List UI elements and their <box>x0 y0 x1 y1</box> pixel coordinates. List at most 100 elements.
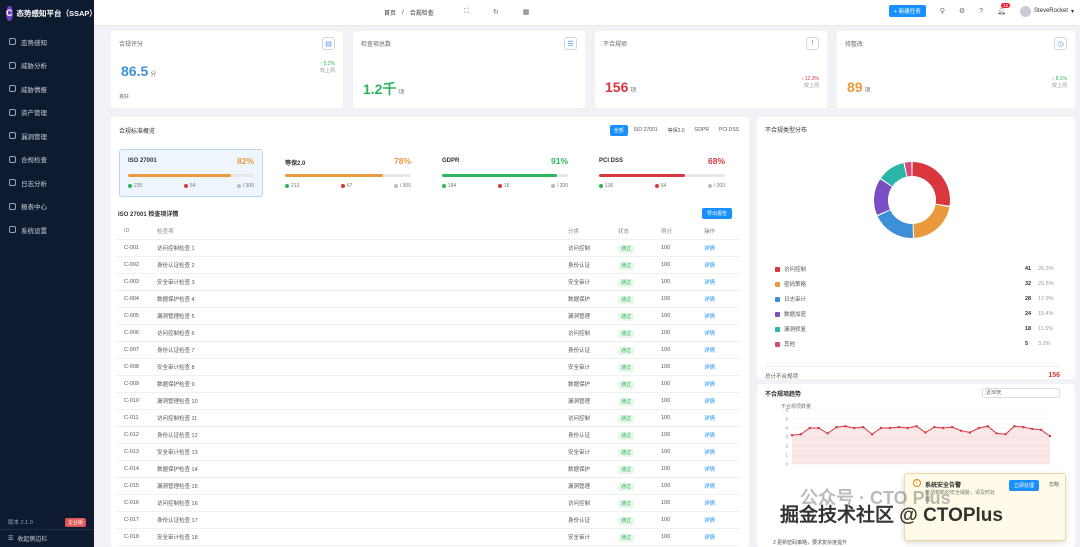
sidebar-item-logs[interactable]: 日志分析 <box>0 171 94 195</box>
data-point[interactable] <box>888 426 892 430</box>
tab-all[interactable]: 全部 <box>609 125 628 136</box>
data-point[interactable] <box>924 431 927 434</box>
data-point[interactable] <box>986 425 989 428</box>
column-header[interactable]: 状态 <box>618 227 629 235</box>
column-header[interactable]: 得分 <box>661 227 672 235</box>
bell-icon[interactable]: 🔔︎ 12 <box>997 3 1011 15</box>
detail-link[interactable]: 详情 <box>704 278 715 286</box>
detail-link[interactable]: 详情 <box>704 312 715 320</box>
data-point[interactable] <box>1013 425 1016 428</box>
collapse-sidebar-button[interactable]: ☰ 收起侧边栏 <box>0 529 94 547</box>
data-point[interactable] <box>844 425 847 428</box>
item-label: 访问控制 <box>784 267 807 273</box>
donut-slice-3[interactable] <box>874 179 892 216</box>
data-point[interactable] <box>1039 428 1043 431</box>
detail-link[interactable]: 详情 <box>704 414 715 422</box>
standard-card-gdpr[interactable]: GDPR 91% 184 16/ 200 <box>433 149 577 197</box>
column-header[interactable]: 分类 <box>568 227 579 235</box>
sidebar-item-assets[interactable]: 资产管理 <box>0 101 94 125</box>
data-point[interactable] <box>959 429 963 432</box>
detail-link[interactable]: 详情 <box>704 329 715 337</box>
detail-link[interactable]: 详情 <box>704 363 715 371</box>
user-menu[interactable]: SteveRocket ▾ <box>1019 5 1074 17</box>
data-point[interactable] <box>915 425 918 428</box>
sidebar-item-compliance[interactable]: 合规检查 <box>0 148 94 172</box>
donut-slice-0[interactable] <box>912 162 950 206</box>
standard-card-iso27001[interactable]: ISO 27001 82% 235 54/ 300 <box>119 149 263 197</box>
detail-link[interactable]: 详情 <box>704 516 715 524</box>
detail-link[interactable]: 详情 <box>704 380 715 388</box>
column-header: 操作 <box>704 229 716 235</box>
sidebar-item-reports[interactable]: 报表中心 <box>0 195 94 219</box>
refresh-icon[interactable]: ↻ <box>493 8 499 16</box>
sidebar-item-overview[interactable]: 态势感知 <box>0 30 94 54</box>
settings-icon[interactable]: ⚙ <box>959 7 965 15</box>
help-icon[interactable]: ? <box>979 8 983 15</box>
data-point[interactable] <box>977 426 981 430</box>
range-select[interactable]: 近30天 <box>982 388 1060 398</box>
standard-card-pcidss[interactable]: PCI DSS 68% 136 64/ 200 <box>590 149 734 197</box>
app-logo[interactable]: C 态势感知平台（SSAP） <box>0 0 97 26</box>
export-report-button[interactable]: 导出报告 <box>702 208 733 219</box>
detail-link[interactable]: 详情 <box>704 346 715 354</box>
data-point[interactable] <box>1048 434 1052 438</box>
detail-link[interactable]: 详情 <box>704 244 715 252</box>
tab-pcidss[interactable]: PCI DSS <box>715 125 743 136</box>
data-point[interactable] <box>870 433 874 436</box>
new-task-button[interactable]: + 新建任务 <box>888 5 926 17</box>
data-point[interactable] <box>790 434 794 437</box>
column-header[interactable]: 检查项 <box>157 227 174 235</box>
data-point[interactable] <box>879 426 883 430</box>
data-point[interactable] <box>799 433 803 436</box>
detail-link[interactable]: 详情 <box>704 261 715 269</box>
cell-status: 通过 <box>618 533 635 542</box>
data-point[interactable] <box>817 426 820 430</box>
column-header[interactable]: ID <box>124 228 130 234</box>
cell-category: 访问控制 <box>568 246 591 252</box>
handle-now-button[interactable]: 立即处理 <box>1009 480 1040 491</box>
distribution-item: 漏洞修复 18 11.5% <box>775 322 1055 336</box>
detail-link[interactable]: 详情 <box>704 295 715 303</box>
detail-link[interactable]: 详情 <box>704 499 715 507</box>
data-point[interactable] <box>1004 433 1007 436</box>
detail-link[interactable]: 详情 <box>704 431 715 439</box>
donut-slice-1[interactable] <box>913 204 950 238</box>
detail-link[interactable]: 详情 <box>704 482 715 490</box>
ignore-button[interactable]: 忽略 <box>1049 481 1059 488</box>
detail-link[interactable]: 详情 <box>704 533 715 541</box>
sidebar-item-vulnerabilities[interactable]: 漏洞管理 <box>0 124 94 148</box>
data-point[interactable] <box>808 426 811 430</box>
sidebar-item-settings[interactable]: 系统设置 <box>0 218 94 242</box>
tab-dengbao[interactable]: 等保2.0 <box>664 125 689 136</box>
data-point[interactable] <box>1031 427 1034 431</box>
detail-link[interactable]: 详情 <box>704 397 715 405</box>
sidebar-item-threat-analysis[interactable]: 威胁分析 <box>0 54 94 78</box>
data-point[interactable] <box>861 425 865 429</box>
data-point[interactable] <box>853 426 856 430</box>
total-label: 总计不合规项 <box>765 374 799 380</box>
fullscreen-icon[interactable]: ⛶ <box>464 8 469 16</box>
data-point[interactable] <box>968 431 972 434</box>
data-point[interactable] <box>995 432 998 435</box>
donut-slice-2[interactable] <box>877 210 913 238</box>
detail-link[interactable]: 详情 <box>704 448 715 456</box>
breadcrumb-home[interactable]: 首页 <box>384 8 396 17</box>
data-point[interactable] <box>933 425 936 429</box>
data-point[interactable] <box>897 425 900 429</box>
filter-icon[interactable]: ⚲ <box>940 7 945 15</box>
data-point[interactable] <box>826 432 829 435</box>
document-icon: ▤ <box>322 37 335 50</box>
tab-iso27001[interactable]: ISO 27001 <box>630 125 662 136</box>
cell-score: 100 <box>661 381 671 387</box>
total-value: 156 <box>1048 372 1060 379</box>
detail-link[interactable]: 详情 <box>704 465 715 473</box>
data-point[interactable] <box>906 426 909 430</box>
data-point[interactable] <box>835 425 838 429</box>
grid-icon[interactable]: ▦ <box>523 8 530 16</box>
sidebar-item-threat-intel[interactable]: 威胁情报 <box>0 77 94 101</box>
standard-card-dengbao[interactable]: 等保2.0 78% 213 67/ 300 <box>276 149 420 197</box>
data-point[interactable] <box>1022 425 1025 429</box>
data-point[interactable] <box>950 425 954 429</box>
data-point[interactable] <box>942 426 945 430</box>
tab-gdpr[interactable]: GDPR <box>691 125 713 136</box>
